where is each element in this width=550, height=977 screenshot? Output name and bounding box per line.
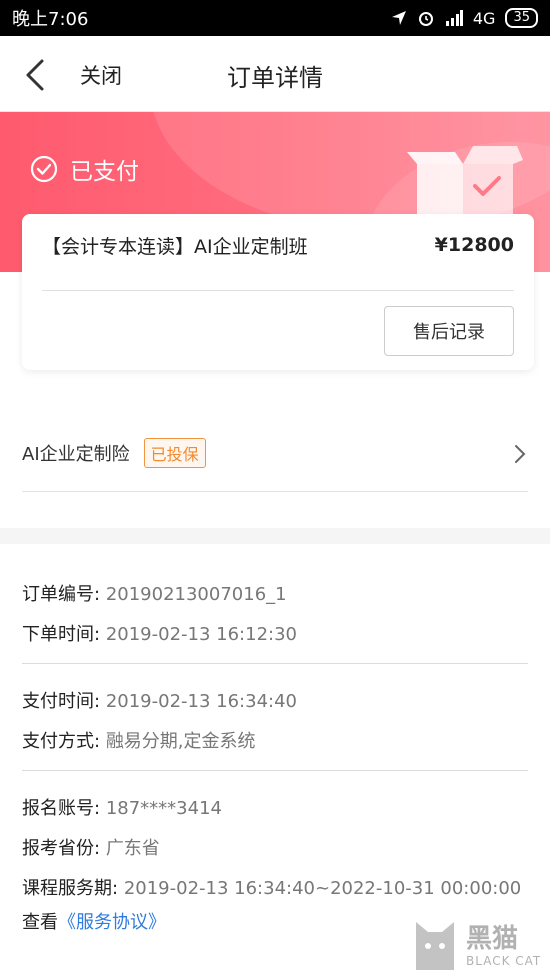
open-box-icon [407, 146, 523, 214]
pay-method-value: 融易分期,定金系统 [105, 731, 256, 752]
pay-time-row: 支付时间: 2019-02-13 16:34:40 [22, 687, 297, 713]
pay-method-label: 支付方式: [22, 731, 101, 752]
insurance-row[interactable]: AI企业定制险 已投保 [22, 414, 528, 492]
pay-method-row: 支付方式: 融易分期,定金系统 [22, 727, 256, 753]
course-name: 【会计专本连读】AI企业定制班 [42, 236, 308, 258]
status-bar: 晚上7:06 4G 35 [0, 0, 550, 36]
nav-bar: 关闭 订单详情 [0, 36, 550, 112]
alarm-icon [418, 12, 433, 26]
order-time-label: 下单时间: [22, 624, 101, 645]
insurance-label: AI企业定制险 [22, 443, 130, 465]
payment-status: 已支付 [30, 152, 139, 186]
after-sales-button[interactable]: 售后记录 [384, 306, 514, 356]
insured-badge: 已投保 [143, 437, 206, 468]
network-type: 4G [472, 8, 496, 28]
account-value: 187****3414 [105, 798, 222, 819]
agreement-row: 查看《服务协议》 [22, 908, 166, 934]
province-row: 报考省份: 广东省 [22, 834, 160, 860]
check-circle-icon [30, 155, 58, 183]
battery-icon: 35 [505, 8, 538, 28]
signal-icon [445, 10, 463, 26]
chevron-right-icon [515, 445, 526, 463]
pay-time-value: 2019-02-13 16:34:40 [105, 691, 297, 712]
section-divider [22, 663, 528, 664]
page-title: 订单详情 [227, 64, 323, 92]
order-time-value: 2019-02-13 16:12:30 [105, 624, 297, 645]
card-divider [42, 290, 514, 291]
province-value: 广东省 [105, 838, 160, 859]
status-time: 晚上7:06 [12, 9, 89, 30]
order-number-row: 订单编号: 20190213007016_1 [22, 580, 287, 606]
order-number-value: 20190213007016_1 [105, 584, 287, 605]
service-agreement-link[interactable]: 《服务协议》 [58, 912, 166, 933]
location-icon [391, 11, 406, 25]
watermark-cn: 黑猫 [466, 924, 519, 954]
view-label: 查看 [22, 912, 58, 933]
account-label: 报名账号: [22, 798, 101, 819]
order-time-row: 下单时间: 2019-02-13 16:12:30 [22, 620, 297, 646]
order-price: ¥12800 [434, 234, 514, 256]
account-row: 报名账号: 187****3414 [22, 794, 222, 820]
payment-status-text: 已支付 [70, 159, 139, 185]
pay-time-label: 支付时间: [22, 691, 101, 712]
section-divider [22, 770, 528, 771]
watermark-en: BLACK CAT [466, 954, 542, 968]
service-period-label: 课程服务期: [22, 878, 119, 899]
watermark: 黑猫 BLACK CAT [410, 915, 550, 977]
service-period-value: 2019-02-13 16:34:40~2022-10-31 00:00:00 [123, 878, 522, 899]
status-icons: 4G 35 [391, 8, 538, 28]
order-number-label: 订单编号: [22, 584, 101, 605]
black-cat-logo-icon [416, 922, 454, 970]
order-card: 【会计专本连读】AI企业定制班 ¥12800 售后记录 [22, 214, 534, 370]
service-period-row: 课程服务期: 2019-02-13 16:34:40~2022-10-31 00… [22, 874, 521, 900]
order-info-section: 订单编号: 20190213007016_1 下单时间: 2019-02-13 … [0, 544, 550, 977]
province-label: 报考省份: [22, 838, 101, 859]
